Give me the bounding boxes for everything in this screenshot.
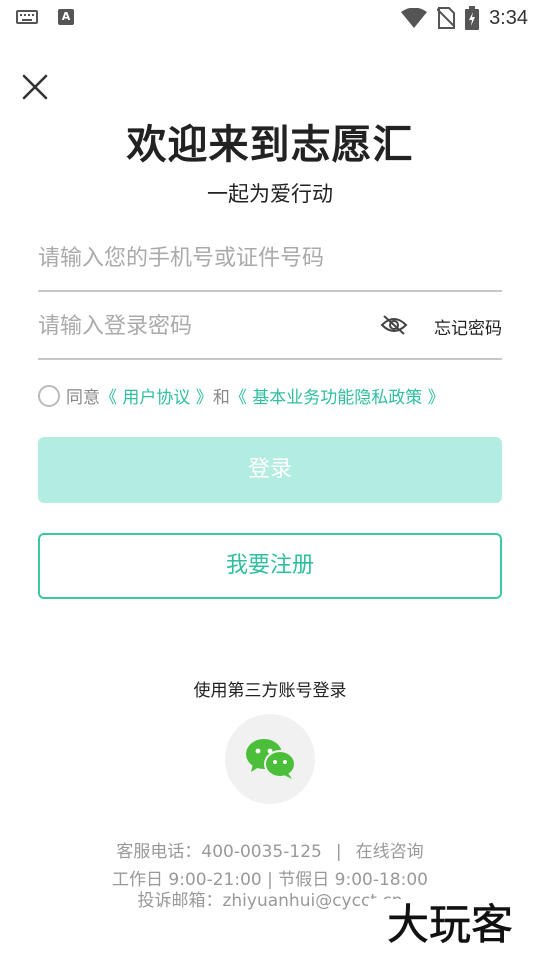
register-button[interactable]: 我要注册: [38, 533, 502, 599]
wechat-icon: [246, 739, 296, 779]
watermark-logo: 大玩客: [368, 899, 532, 949]
phone-input[interactable]: [38, 240, 368, 276]
phone-field: [38, 224, 502, 292]
agreement-prefix: 同意: [66, 388, 100, 408]
agreement-row: 同意 《 用户协议 》 和 《 基本业务功能隐私政策 》: [38, 383, 445, 408]
page-subtitle: 一起为爱行动: [207, 182, 333, 206]
forgot-password-link[interactable]: 忘记密码: [434, 314, 502, 339]
battery-charging-icon: [465, 6, 480, 30]
wifi-icon: [401, 8, 428, 28]
watermark-text: 大玩客: [387, 900, 513, 949]
login-button[interactable]: 登录: [38, 437, 502, 503]
wechat-login-button[interactable]: [225, 714, 315, 804]
close-icon[interactable]: [20, 72, 50, 102]
agreement-checkbox[interactable]: [38, 384, 60, 407]
clock: 3:34: [489, 6, 528, 29]
no-sim-icon: [437, 7, 456, 29]
status-bar-left: A: [16, 9, 74, 25]
customer-hotline: 客服电话：400-0035-125: [116, 842, 322, 862]
online-consult-link[interactable]: 在线咨询: [356, 842, 424, 862]
footer-separator: |: [335, 842, 342, 862]
eye-off-icon[interactable]: [380, 314, 408, 336]
a-icon: A: [58, 9, 74, 25]
status-bar: A 3:34: [0, 0, 540, 36]
password-field: 忘记密码: [38, 292, 502, 360]
password-input[interactable]: [38, 308, 368, 344]
footer-contact-row: 客服电话：400-0035-125 | 在线咨询: [0, 837, 540, 862]
agreement-and: 和: [212, 388, 230, 408]
privacy-policy-link[interactable]: 《 基本业务功能隐私政策 》: [230, 383, 445, 408]
user-agreement-link[interactable]: 《 用户协议 》: [100, 383, 213, 408]
status-bar-right: 3:34: [401, 4, 528, 32]
keyboard-icon: [16, 10, 38, 24]
third-party-label: 使用第三方账号登录: [193, 681, 347, 701]
page-title: 欢迎来到志愿汇: [126, 122, 414, 168]
